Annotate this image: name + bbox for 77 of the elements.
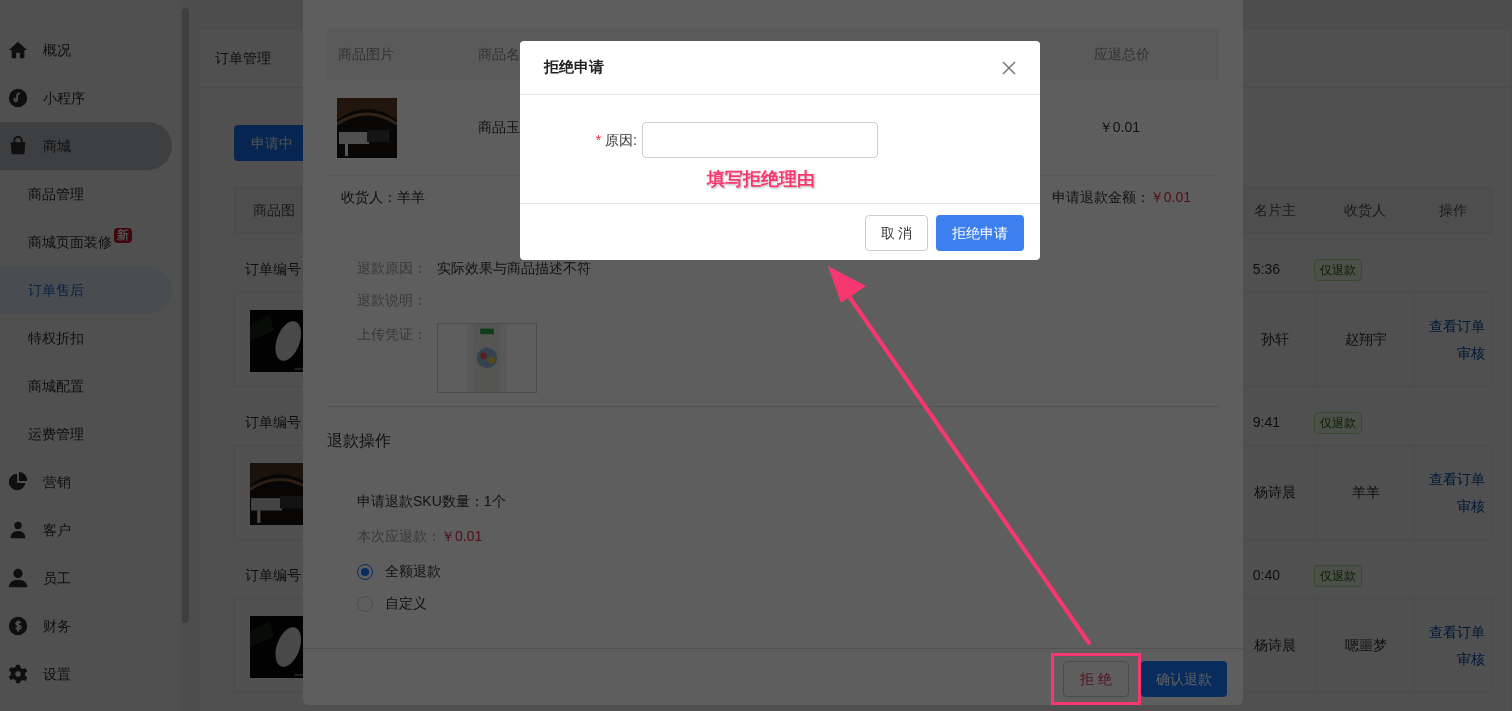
radio-option[interactable]: 自定义 [357, 593, 1219, 614]
sidebar-label: 小程序 [43, 88, 85, 108]
reason-input-field[interactable] [642, 122, 878, 158]
refund-type-tag: 仅退款 [1314, 411, 1362, 434]
order-time: 0:40 [1252, 566, 1280, 585]
required-mark: * [595, 130, 602, 150]
sidebar-label: 概况 [43, 40, 71, 60]
user-icon [7, 567, 29, 589]
sidebar-label: 客户 [43, 520, 71, 540]
due-amount: ￥0.01 [441, 527, 483, 546]
sidebar-item[interactable]: 小程序 [0, 74, 172, 122]
sidebar-label: 订单售后 [28, 281, 84, 298]
sidebar-label: 员工 [43, 568, 71, 588]
radio-option[interactable]: 全额退款 [357, 561, 1219, 582]
dialog-title: 拒绝申请 [544, 57, 604, 78]
sidebar-subitem[interactable]: 订单售后 [0, 266, 172, 314]
action-link[interactable]: 查看订单 [1429, 315, 1485, 337]
order-number-label: 订单编号 [245, 413, 301, 432]
detail-value: 实际效果与商品描述不符 [437, 258, 591, 278]
pie-chart-icon [7, 471, 29, 493]
sidebar-label: 特权折扣 [28, 329, 84, 346]
dialog-button[interactable]: 拒绝申请 [936, 215, 1024, 251]
table-cell-text: 杨诗晨 [1254, 483, 1296, 502]
refund-type-tag: 仅退款 [1314, 564, 1362, 587]
sidebar-label: 营销 [43, 472, 71, 492]
action-link[interactable]: 审核 [1457, 342, 1485, 364]
order-time: 9:41 [1252, 413, 1280, 432]
sidebar-item[interactable]: 财务 [0, 602, 172, 650]
refund-amount-label: 申请退款金额： [1051, 187, 1150, 207]
sidebar-label: 商品管理 [28, 185, 84, 202]
refund-amount: ￥0.01 [1149, 187, 1191, 207]
settings-icon [7, 663, 29, 685]
order-time: 5:36 [1252, 260, 1280, 279]
action-link[interactable]: 审核 [1457, 495, 1485, 517]
table-cell-text: 杨诗晨 [1254, 636, 1296, 655]
drawer-button[interactable]: 确认退款 [1141, 661, 1227, 697]
dialog-button[interactable]: 取 消 [865, 215, 928, 251]
annotation-text: 填写拒绝理由 [707, 168, 816, 191]
sidebar-subitem[interactable]: 特权折扣 [0, 314, 172, 362]
drawer-button[interactable]: 拒 绝 [1063, 661, 1129, 697]
sidebar-item[interactable]: 概况 [0, 26, 172, 74]
sidebar-item[interactable]: 营销 [0, 458, 172, 506]
sidebar-item[interactable]: 员工 [0, 554, 172, 602]
mini-program-icon [7, 87, 29, 109]
sidebar-label: 商城页面装修 [28, 233, 112, 250]
section-title: 退款操作 [327, 431, 392, 451]
consignee-name: 羊羊 [397, 187, 425, 207]
sidebar-subitem[interactable]: 运费管理 [0, 410, 172, 458]
order-number-label: 订单编号 [245, 566, 301, 585]
table-cell-text: 孙轩 [1261, 330, 1289, 349]
close-icon[interactable] [1002, 60, 1016, 75]
sidebar-item[interactable]: 设置 [0, 650, 172, 698]
sidebar-label: 商城配置 [28, 377, 84, 394]
page-title: 订单管理 [215, 49, 271, 68]
sku-count: 申请退款SKU数量：1个 [357, 492, 507, 511]
sidebar-subitem[interactable]: 商城配置 [0, 362, 172, 410]
table-cell-text: 羊羊 [1351, 483, 1380, 502]
sidebar-label: 运费管理 [28, 425, 84, 442]
sidebar-subitem[interactable]: 商品管理 [0, 170, 172, 218]
sidebar-item[interactable]: 客户 [0, 506, 172, 554]
product-name: 商品玉 [478, 118, 520, 137]
field-label: 原因: [605, 130, 637, 150]
consignee-label: 收货人： [341, 187, 397, 207]
table-cell-text: 嗯噩梦 [1344, 636, 1387, 655]
home-icon [7, 39, 29, 61]
new-badge: 新 [114, 227, 132, 243]
action-link[interactable]: 查看订单 [1429, 468, 1485, 490]
action-link[interactable]: 查看订单 [1429, 621, 1485, 643]
sidebar-subitem[interactable]: 商城页面装修 新 [0, 218, 172, 266]
sidebar-label: 财务 [43, 616, 71, 636]
order-number-label: 订单编号 [245, 260, 301, 279]
dollar-icon [7, 615, 29, 637]
action-link[interactable]: 审核 [1457, 648, 1485, 670]
table-cell-text: 赵翔宇 [1344, 330, 1387, 349]
refund-total: ￥0.01 [1098, 118, 1140, 137]
refund-type-tag: 仅退款 [1314, 258, 1362, 281]
sidebar-label: 设置 [43, 664, 71, 684]
